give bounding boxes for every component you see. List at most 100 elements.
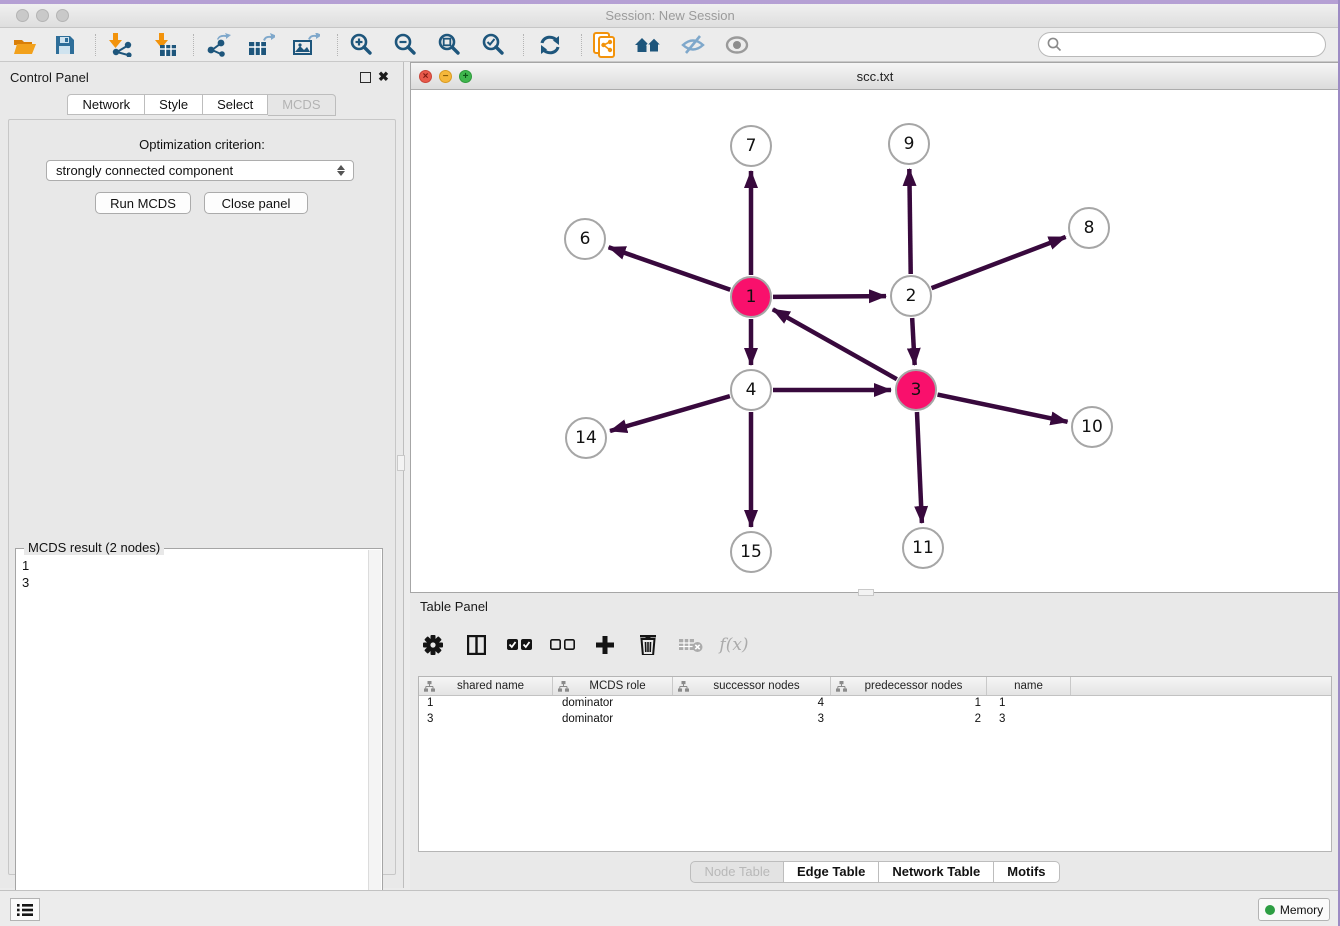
table-panel: Table Panel ✖ f(x) shared nameMCDS roles… — [410, 593, 1340, 890]
graph-node-15[interactable]: 15 — [730, 531, 772, 573]
table-cell[interactable]: 4 — [675, 696, 834, 712]
table-row[interactable]: 1dominator411 — [419, 696, 1331, 712]
deselect-all-icon[interactable] — [549, 632, 575, 658]
close-traffic-light[interactable] — [16, 9, 29, 22]
result-scrollbar[interactable] — [368, 550, 381, 921]
tab-select[interactable]: Select — [203, 94, 268, 115]
export-network-icon[interactable] — [201, 31, 235, 59]
table-row[interactable]: 3dominator323 — [419, 712, 1331, 728]
import-network-icon[interactable] — [103, 31, 137, 59]
tab-network-table[interactable]: Network Table — [879, 861, 994, 883]
table-cell[interactable]: 1 — [419, 696, 554, 712]
column-header-MCDS-role[interactable]: MCDS role — [553, 677, 673, 695]
node-table[interactable]: shared nameMCDS rolesuccessor nodesprede… — [418, 676, 1332, 852]
table-cell[interactable]: dominator — [554, 696, 675, 712]
save-session-icon[interactable] — [48, 31, 82, 59]
open-session-icon[interactable] — [8, 31, 42, 59]
toolbar-separator — [95, 34, 96, 56]
export-table-icon[interactable] — [244, 31, 278, 59]
function-builder-icon[interactable]: f(x) — [721, 632, 747, 658]
tab-style[interactable]: Style — [145, 94, 203, 115]
graph-node-6[interactable]: 6 — [564, 218, 606, 260]
graph-node-9[interactable]: 9 — [888, 123, 930, 165]
table-cell[interactable]: 3 — [991, 712, 1076, 728]
table-cell[interactable]: dominator — [554, 712, 675, 728]
export-image-icon[interactable] — [289, 31, 323, 59]
criterion-select[interactable]: strongly connected component — [46, 160, 354, 181]
float-panel-icon[interactable] — [360, 72, 371, 83]
table-cell[interactable]: 1 — [834, 696, 991, 712]
graph-node-1[interactable]: 1 — [730, 276, 772, 318]
table-header-row: shared nameMCDS rolesuccessor nodesprede… — [419, 677, 1331, 696]
network-window-titlebar[interactable]: × − + scc.txt — [411, 63, 1339, 90]
delete-rows-icon[interactable] — [635, 632, 661, 658]
tab-mcds[interactable]: MCDS — [268, 94, 335, 116]
control-panel-tabs: NetworkStyleSelectMCDS — [0, 94, 403, 116]
graph-node-10[interactable]: 10 — [1071, 406, 1113, 448]
mcds-result-text: 1 3 — [22, 557, 29, 591]
first-neighbors-icon[interactable] — [632, 31, 666, 59]
hide-selected-icon[interactable] — [676, 31, 710, 59]
mcds-result-group: MCDS result (2 nodes) 1 3 — [15, 548, 383, 922]
toggle-columns-icon[interactable] — [463, 632, 489, 658]
zoom-selected-icon[interactable] — [477, 31, 511, 59]
table-cell[interactable]: 2 — [834, 712, 991, 728]
network-close-icon[interactable]: × — [419, 70, 432, 83]
edge-3-1[interactable] — [773, 309, 897, 379]
task-history-button[interactable] — [10, 898, 40, 921]
table-cell[interactable]: 1 — [991, 696, 1076, 712]
graph-node-14[interactable]: 14 — [565, 417, 607, 459]
show-all-icon[interactable] — [720, 31, 754, 59]
minimize-traffic-light[interactable] — [36, 9, 49, 22]
graph-node-3[interactable]: 3 — [895, 369, 937, 411]
tab-network[interactable]: Network — [67, 94, 145, 115]
table-settings-icon[interactable] — [420, 632, 446, 658]
network-maximize-icon[interactable]: + — [459, 70, 472, 83]
edge-2-9[interactable] — [909, 169, 910, 274]
zoom-fit-icon[interactable] — [433, 31, 467, 59]
close-panel-icon[interactable]: ✖ — [378, 69, 389, 85]
zoom-traffic-light[interactable] — [56, 9, 69, 22]
network-canvas[interactable]: 7 9 6 8 1 2 4 3 14 10 15 11 — [411, 90, 1339, 592]
edge-4-14[interactable] — [610, 396, 730, 431]
column-header-successor-nodes[interactable]: successor nodes — [673, 677, 831, 695]
add-row-icon[interactable] — [592, 632, 618, 658]
edge-1-6[interactable] — [609, 247, 731, 289]
refresh-layout-icon[interactable] — [533, 31, 567, 59]
delete-table-icon[interactable] — [678, 632, 704, 658]
graph-node-7[interactable]: 7 — [730, 125, 772, 167]
table-cell[interactable]: 3 — [675, 712, 834, 728]
graph-node-8[interactable]: 8 — [1068, 207, 1110, 249]
edge-3-10[interactable] — [938, 395, 1068, 422]
zoom-in-icon[interactable] — [345, 31, 379, 59]
import-table-icon[interactable] — [148, 31, 182, 59]
edge-2-3[interactable] — [912, 318, 915, 365]
graph-node-4[interactable]: 4 — [730, 369, 772, 411]
memory-button[interactable]: Memory — [1258, 898, 1330, 921]
zoom-out-icon[interactable] — [389, 31, 423, 59]
run-mcds-button[interactable]: Run MCDS — [95, 192, 191, 214]
close-panel-button[interactable]: Close panel — [204, 192, 308, 214]
column-header-name[interactable]: name — [987, 677, 1071, 695]
tab-edge-table[interactable]: Edge Table — [784, 861, 879, 883]
edge-2-8[interactable] — [932, 237, 1066, 288]
duplicate-network-icon[interactable] — [588, 31, 622, 59]
graph-node-2[interactable]: 2 — [890, 275, 932, 317]
search-input[interactable] — [1067, 35, 1325, 55]
vertical-splitter-grip[interactable] — [397, 455, 405, 471]
network-minimize-icon[interactable]: − — [439, 70, 452, 83]
edge-1-2[interactable] — [773, 296, 886, 297]
tab-motifs[interactable]: Motifs — [994, 861, 1059, 883]
horizontal-splitter-grip[interactable] — [858, 589, 874, 596]
toolbar-separator — [337, 34, 338, 56]
network-window-title: scc.txt — [411, 63, 1339, 90]
column-header-predecessor-nodes[interactable]: predecessor nodes — [831, 677, 987, 695]
graph-node-11[interactable]: 11 — [902, 527, 944, 569]
search-box[interactable] — [1038, 32, 1326, 57]
edge-3-11[interactable] — [917, 412, 922, 523]
column-header-shared-name[interactable]: shared name — [419, 677, 553, 695]
select-all-icon[interactable] — [506, 632, 532, 658]
table-cell[interactable]: 3 — [419, 712, 554, 728]
main-toolbar — [0, 28, 1340, 62]
tab-node-table[interactable]: Node Table — [690, 861, 784, 883]
